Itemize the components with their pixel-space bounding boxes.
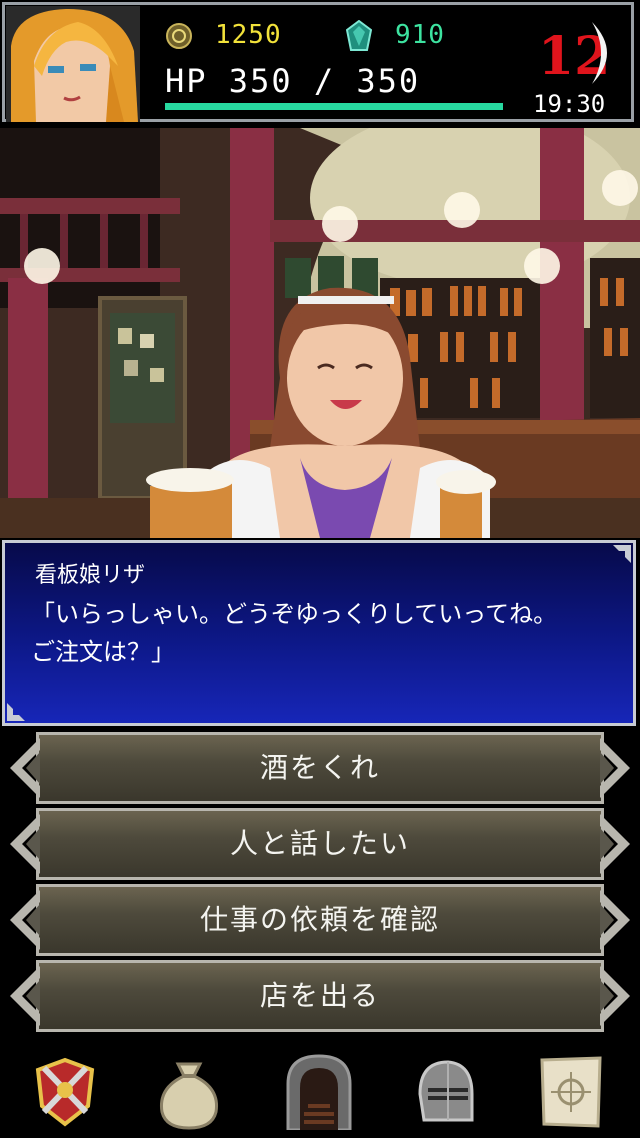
player-portrait[interactable]: [6, 6, 140, 122]
choice-ornament-right-icon: [600, 814, 630, 874]
hp-bar-fill: [165, 103, 503, 110]
bottom-nav: [0, 1040, 640, 1138]
choice-label: 仕事の依頼を確認: [199, 903, 440, 936]
choice-label: 店を出る: [259, 979, 380, 1012]
crest-icon[interactable]: [30, 1054, 100, 1130]
hp-text: HP 350 / 350: [165, 62, 421, 100]
choice-button-drink[interactable]: 酒をくれ: [0, 732, 640, 804]
dialog-box[interactable]: 看板娘リザ 「いらっしゃい。どうぞゆっくりしていってね。 ご注文は？」: [2, 540, 636, 726]
hp-bar: [165, 103, 503, 110]
choice-ornament-left-icon: [10, 738, 40, 798]
choice-button-talk[interactable]: 人と話したい: [0, 808, 640, 880]
choice-label: 酒をくれ: [259, 751, 380, 784]
gold-value: 1250: [215, 20, 282, 50]
choice-label: 人と話したい: [229, 827, 410, 860]
tavern-scene: [0, 128, 640, 538]
choice-ornament-left-icon: [10, 966, 40, 1026]
dialog-text: 「いらっしゃい。どうぞゆっくりしていってね。 ご注文は？」: [31, 600, 558, 666]
corner-ornament-icon: [613, 545, 631, 563]
choice-button-jobs[interactable]: 仕事の依頼を確認: [0, 884, 640, 956]
money-bag-icon[interactable]: [154, 1054, 224, 1130]
status-bar: 1250 910 HP 350 / 350 12 19:30: [0, 0, 640, 128]
choice-ornament-right-icon: [600, 738, 630, 798]
choice-ornament-right-icon: [600, 966, 630, 1026]
corner-ornament-icon: [7, 703, 25, 721]
choice-ornament-left-icon: [10, 814, 40, 874]
gold-coin-icon: [166, 23, 192, 49]
speaker-name: 看板娘リザ: [35, 563, 146, 588]
choice-ornament-right-icon: [600, 890, 630, 950]
dungeon-door-icon[interactable]: [284, 1054, 354, 1130]
gem-value: 910: [395, 20, 445, 50]
knight-helmet-icon[interactable]: [410, 1054, 480, 1130]
choice-ornament-left-icon: [10, 890, 40, 950]
gem-icon: [346, 20, 372, 51]
choice-button-leave[interactable]: 店を出る: [0, 960, 640, 1032]
map-icon[interactable]: [536, 1054, 606, 1130]
clock: 19:30: [533, 90, 606, 118]
moon-icon: [592, 22, 607, 84]
